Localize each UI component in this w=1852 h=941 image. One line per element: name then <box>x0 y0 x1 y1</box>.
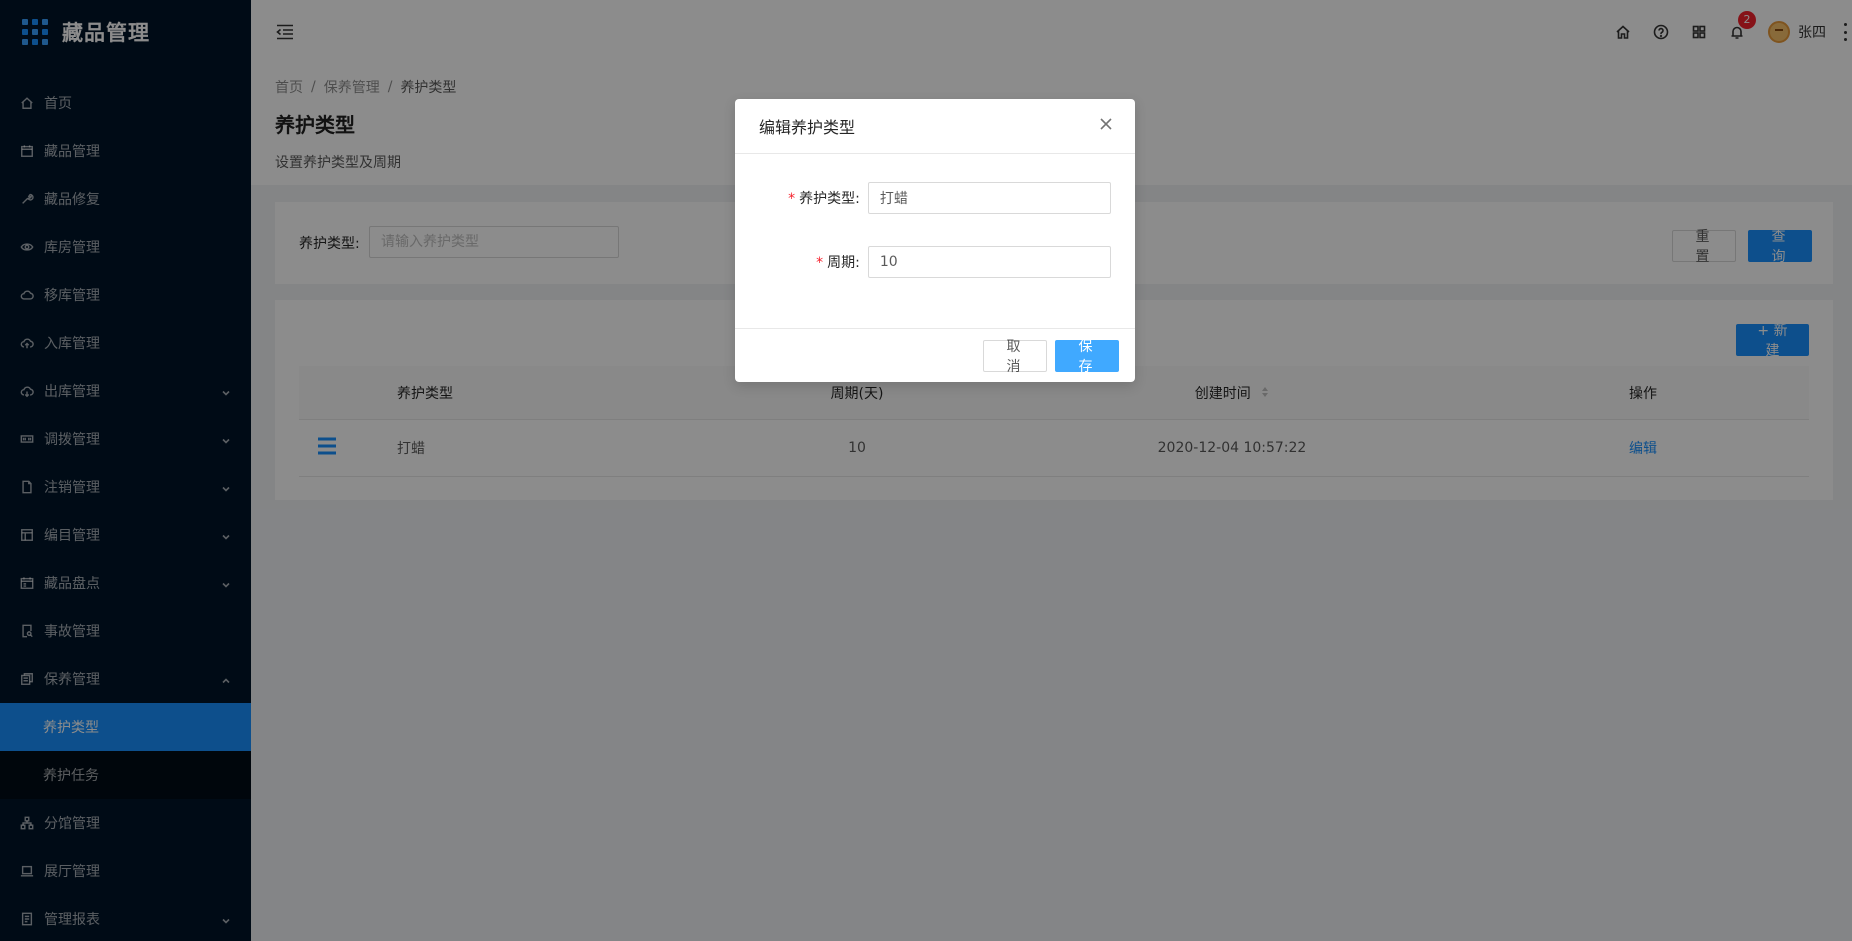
edit-care-type-modal: 编辑养护类型 *养护类型: *周期: 取消 保存 <box>735 99 1135 382</box>
cycle-input[interactable] <box>867 246 1111 278</box>
type-label-text: 养护类型: <box>799 191 860 207</box>
cancel-button[interactable]: 取消 <box>983 339 1047 375</box>
type-field-label: * 养护类型: <box>759 188 868 208</box>
required-mark: * <box>788 191 796 207</box>
save-button[interactable]: 保存 <box>1055 339 1119 375</box>
form-row-cycle: * 周期: <box>759 246 1111 278</box>
modal-body: *养护类型: *周期: <box>735 154 1135 329</box>
close-icon[interactable] <box>1099 117 1117 135</box>
cycle-field-label: * 周期: <box>759 252 868 272</box>
form-row-type: * 养护类型: <box>759 182 1111 214</box>
required-mark: * <box>816 255 824 271</box>
care-type-input[interactable] <box>867 182 1111 214</box>
modal-title: 编辑养护类型 <box>759 118 856 137</box>
cycle-label-text: 周期: <box>827 255 860 271</box>
modal-header: 编辑养护类型 <box>735 99 1135 154</box>
modal-footer: 取消 保存 <box>735 329 1135 382</box>
